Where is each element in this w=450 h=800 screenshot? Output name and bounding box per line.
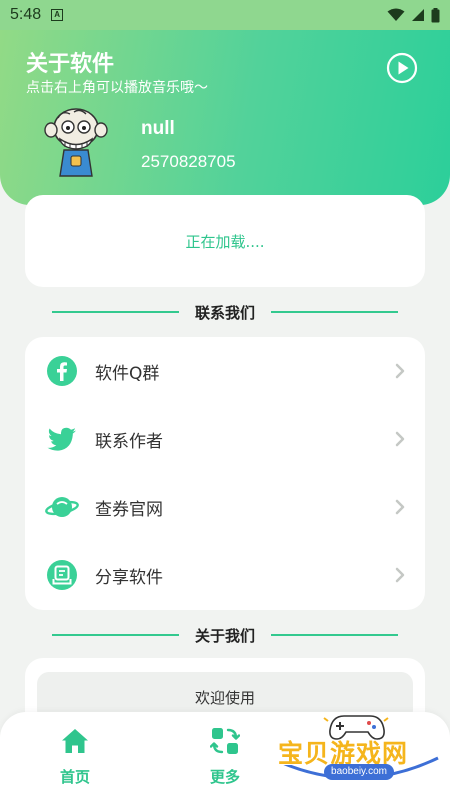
section-title: 联系我们 bbox=[195, 303, 256, 322]
user-id: 2570828705 bbox=[141, 152, 236, 171]
about-section-header: 关于我们 bbox=[52, 623, 399, 647]
nav-label: 更多 bbox=[209, 768, 240, 786]
divider bbox=[52, 634, 179, 636]
divider bbox=[52, 311, 179, 313]
battery-icon bbox=[431, 7, 440, 22]
contact-item-author[interactable]: 联系作者 bbox=[25, 405, 425, 473]
page-subtitle: 点击右上角可以播放音乐哦～ bbox=[26, 80, 208, 96]
watermark-url: baobeiy.com bbox=[324, 764, 394, 780]
header: 关于软件 点击右上角可以播放音乐哦～ null 2570828705 bbox=[0, 30, 450, 205]
divider bbox=[271, 311, 399, 313]
contact-list: 软件Q群 联系作者 查券官网 分享软件 bbox=[25, 337, 425, 610]
divider bbox=[271, 634, 399, 636]
play-music-button[interactable] bbox=[386, 52, 418, 84]
contact-item-label: 查券官网 bbox=[95, 499, 163, 520]
loading-card: 正在加载.... bbox=[25, 195, 425, 287]
welcome-text: 欢迎使用 bbox=[194, 688, 255, 707]
notification-icon: A bbox=[51, 9, 64, 21]
avatar[interactable] bbox=[44, 108, 108, 178]
status-bar: 5:48 A bbox=[0, 0, 450, 30]
share-icon bbox=[47, 560, 77, 590]
user-name: null bbox=[141, 118, 175, 139]
chevron-right-icon bbox=[395, 431, 405, 447]
home-icon bbox=[62, 729, 88, 753]
chevron-right-icon bbox=[395, 363, 405, 379]
nav-home[interactable]: 首页 bbox=[35, 712, 115, 800]
section-title: 关于我们 bbox=[195, 626, 256, 645]
contact-item-qq-group[interactable]: 软件Q群 bbox=[25, 337, 425, 405]
contact-item-share[interactable]: 分享软件 bbox=[25, 541, 425, 609]
wifi-icon bbox=[387, 8, 405, 21]
contact-item-label: 软件Q群 bbox=[95, 363, 160, 384]
contact-item-label: 分享软件 bbox=[95, 567, 163, 588]
planet-icon bbox=[45, 497, 79, 517]
cellular-icon bbox=[412, 9, 424, 21]
contact-section-header: 联系我们 bbox=[52, 300, 399, 324]
twitter-icon bbox=[47, 427, 76, 451]
nav-more[interactable]: 更多 bbox=[185, 712, 265, 800]
nav-label: 首页 bbox=[59, 768, 90, 786]
loading-text: 正在加载.... bbox=[185, 232, 265, 251]
more-icon bbox=[210, 728, 240, 754]
contact-item-label: 联系作者 bbox=[95, 431, 163, 452]
contact-item-website[interactable]: 查券官网 bbox=[25, 473, 425, 541]
chevron-right-icon bbox=[395, 567, 405, 583]
watermark: 宝贝游戏网 baobeiy.com bbox=[274, 712, 444, 794]
status-time: 5:48 bbox=[10, 6, 42, 23]
chevron-right-icon bbox=[395, 499, 405, 515]
facebook-icon bbox=[47, 356, 77, 386]
status-indicators bbox=[387, 7, 440, 23]
page-title: 关于软件 bbox=[26, 52, 115, 77]
